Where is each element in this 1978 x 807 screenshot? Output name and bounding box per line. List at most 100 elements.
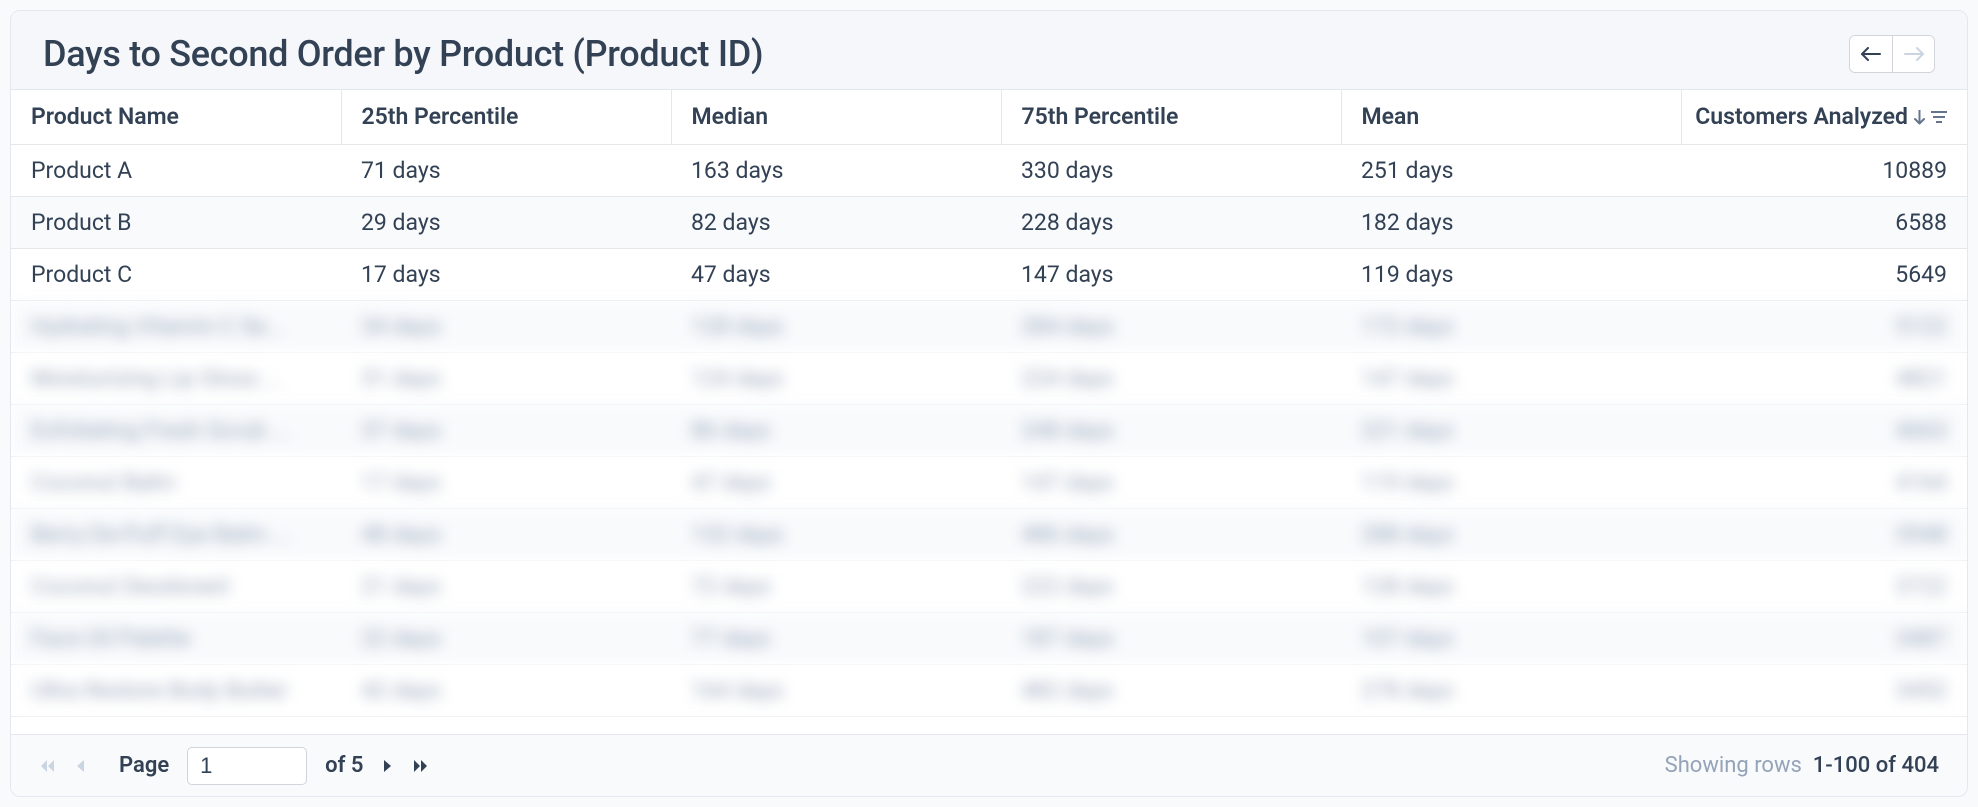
col-header-median[interactable]: Median — [671, 90, 1001, 144]
cell-median: 86 days — [671, 404, 1001, 456]
cell-name: Coconut Deodorant — [11, 560, 341, 612]
of-pages-label: of 5 — [325, 753, 363, 778]
cell-customers: 4663 — [1681, 404, 1967, 456]
cell-mean: 147 days — [1341, 352, 1681, 404]
col-header-p75[interactable]: 75th Percentile — [1001, 90, 1341, 144]
rows-info: Showing rows 1-100 of 404 — [1665, 753, 1939, 778]
cell-name: Product A — [11, 144, 341, 196]
scroll-right-button[interactable] — [1892, 36, 1934, 72]
cell-p25: 37 days — [341, 404, 671, 456]
cell-median: 163 days — [671, 144, 1001, 196]
cell-p75: 248 days — [1001, 404, 1341, 456]
cell-p25: 48 days — [341, 508, 671, 560]
cell-customers: 6588 — [1681, 196, 1967, 248]
cell-mean: 107 days — [1341, 612, 1681, 664]
table-row[interactable]: Product B29 days82 days228 days182 days6… — [11, 196, 1967, 248]
cell-median: 47 days — [671, 456, 1001, 508]
rows-info-label: Showing rows — [1665, 753, 1802, 778]
cell-mean: 251 days — [1341, 144, 1681, 196]
pager: Page of 5 — [39, 747, 429, 785]
cell-p75: 224 days — [1001, 352, 1341, 404]
scroll-left-button[interactable] — [1850, 36, 1892, 72]
first-page-button[interactable] — [39, 757, 57, 775]
cell-customers: 3948 — [1681, 508, 1967, 560]
arrow-left-icon — [1860, 47, 1882, 61]
cell-name: Coconut Balm — [11, 456, 341, 508]
cell-p75: 482 days — [1001, 664, 1341, 716]
table-row[interactable]: Moisturizing Lip Gloss ...31 days124 day… — [11, 352, 1967, 404]
table-row[interactable]: Ultra Restore Body Butter42 days164 days… — [11, 664, 1967, 716]
cell-mean: 119 days — [1341, 456, 1681, 508]
cell-p75: 222 days — [1001, 560, 1341, 612]
cell-name: Face Oil Palette — [11, 612, 341, 664]
cell-p75: 228 days — [1001, 196, 1341, 248]
prev-page-button[interactable] — [75, 757, 87, 775]
cell-name: Moisturizing Lip Gloss ... — [11, 352, 341, 404]
cell-customers: 5122 — [1681, 300, 1967, 352]
cell-mean: 182 days — [1341, 196, 1681, 248]
column-nav-buttons — [1849, 35, 1935, 73]
first-page-icon — [39, 757, 57, 775]
cell-customers: 4821 — [1681, 352, 1967, 404]
col-header-customers-label: Customers Analyzed — [1695, 103, 1908, 130]
cell-median: 72 days — [671, 560, 1001, 612]
cell-median: 77 days — [671, 612, 1001, 664]
card-header: Days to Second Order by Product (Product… — [11, 11, 1967, 90]
cell-customers: 3452 — [1681, 664, 1967, 716]
cell-p25: 21 days — [341, 560, 671, 612]
sort-desc-icon — [1914, 109, 1925, 125]
cell-customers: 10889 — [1681, 144, 1967, 196]
rows-info-range: 1-100 of 404 — [1813, 753, 1939, 778]
report-card: Days to Second Order by Product (Product… — [10, 10, 1968, 797]
cell-name: Product C — [11, 248, 341, 300]
table-header-row: Product Name 25th Percentile Median 75th… — [11, 90, 1967, 144]
cell-mean: 128 days — [1341, 560, 1681, 612]
cell-p25: 42 days — [341, 664, 671, 716]
cell-p75: 187 days — [1001, 612, 1341, 664]
col-header-mean[interactable]: Mean — [1341, 90, 1681, 144]
arrow-right-icon — [1903, 47, 1925, 61]
table-row[interactable]: Product A71 days163 days330 days251 days… — [11, 144, 1967, 196]
cell-p25: 22 days — [341, 612, 671, 664]
cell-customers: 3487 — [1681, 612, 1967, 664]
col-header-p25[interactable]: 25th Percentile — [341, 90, 671, 144]
cell-p75: 486 days — [1001, 508, 1341, 560]
prev-page-icon — [75, 757, 87, 775]
cell-median: 132 days — [671, 508, 1001, 560]
table-row[interactable]: Berry De-Puff Eye Balm ...48 days132 day… — [11, 508, 1967, 560]
cell-customers: 3722 — [1681, 560, 1967, 612]
cell-mean: 221 days — [1341, 404, 1681, 456]
last-page-icon — [411, 757, 429, 775]
table-row[interactable]: Coconut Deodorant21 days72 days222 days1… — [11, 560, 1967, 612]
col-header-product-name[interactable]: Product Name — [11, 90, 341, 144]
cell-p75: 147 days — [1001, 248, 1341, 300]
table-row[interactable]: Exfoliating Fresh Scrub ...37 days86 day… — [11, 404, 1967, 456]
cell-name: Exfoliating Fresh Scrub ... — [11, 404, 341, 456]
cell-median: 164 days — [671, 664, 1001, 716]
cell-median: 124 days — [671, 352, 1001, 404]
cell-name: Hydrating Vitamin C Se... — [11, 300, 341, 352]
table-row[interactable]: Product C17 days47 days147 days119 days5… — [11, 248, 1967, 300]
col-header-customers[interactable]: Customers Analyzed — [1681, 90, 1967, 144]
cell-name: Berry De-Puff Eye Balm ... — [11, 508, 341, 560]
table-row[interactable]: Coconut Balm17 days47 days147 days119 da… — [11, 456, 1967, 508]
column-menu-icon[interactable] — [1931, 110, 1947, 124]
cell-p75: 330 days — [1001, 144, 1341, 196]
next-page-button[interactable] — [381, 757, 393, 775]
cell-mean: 278 days — [1341, 664, 1681, 716]
cell-median: 128 days — [671, 300, 1001, 352]
last-page-button[interactable] — [411, 757, 429, 775]
cell-p25: 71 days — [341, 144, 671, 196]
data-table: Product Name 25th Percentile Median 75th… — [11, 90, 1967, 717]
cell-name: Product B — [11, 196, 341, 248]
cell-customers: 4164 — [1681, 456, 1967, 508]
cell-name: Ultra Restore Body Butter — [11, 664, 341, 716]
table-row[interactable]: Hydrating Vitamin C Se...34 days128 days… — [11, 300, 1967, 352]
table-row[interactable]: Face Oil Palette22 days77 days187 days10… — [11, 612, 1967, 664]
cell-p25: 29 days — [341, 196, 671, 248]
page-input[interactable] — [187, 747, 307, 785]
cell-p25: 17 days — [341, 248, 671, 300]
cell-p75: 284 days — [1001, 300, 1341, 352]
cell-median: 47 days — [671, 248, 1001, 300]
next-page-icon — [381, 757, 393, 775]
